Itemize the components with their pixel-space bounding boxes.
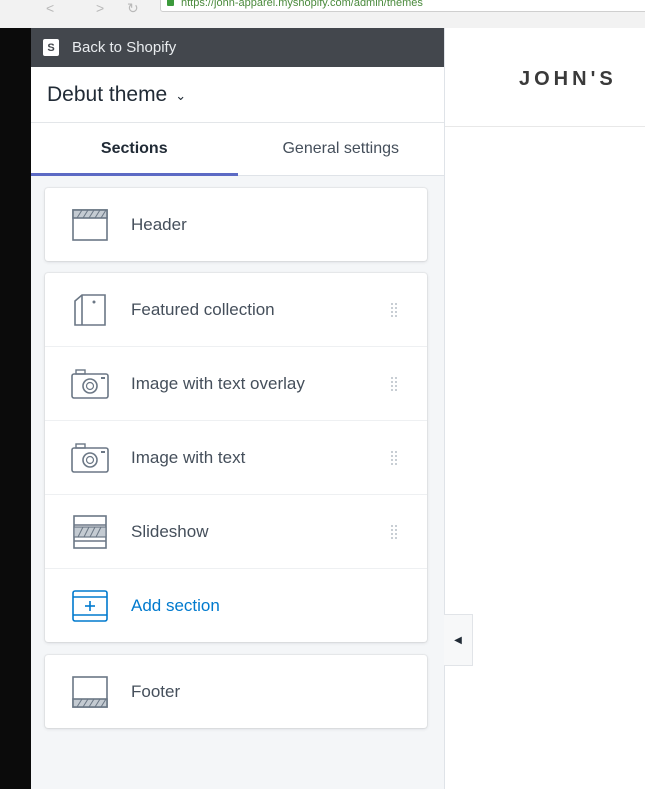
sections-list-card: Featured collection Image with text over… [45,273,427,642]
theme-selector[interactable]: Debut theme ⌄ [31,67,444,123]
collection-icon [74,293,106,326]
section-label: Footer [131,681,181,701]
drag-handle-icon[interactable] [391,451,397,465]
section-label: Featured collection [131,299,275,319]
footer-layout-icon [72,675,108,708]
drag-handle-icon[interactable] [391,377,397,391]
camera-icon [71,442,109,473]
back-to-shopify-label: Back to Shopify [72,39,177,56]
address-bar-text: https://john-apparel.myshopify.com/admin… [181,0,423,9]
section-item-header[interactable]: Header [45,188,427,261]
store-logo-text[interactable]: JOHN'S [519,68,617,91]
section-item-slideshow[interactable]: Slideshow [45,495,427,569]
section-label: Image with text [131,447,246,467]
section-label: Image with text overlay [131,373,305,393]
forward-arrow-icon[interactable]: > [96,0,104,16]
tab-general-settings[interactable]: General settings [238,123,445,175]
slideshow-icon [73,514,107,549]
header-layout-icon [72,208,108,241]
camera-icon [71,368,109,399]
lock-icon [167,0,174,6]
storefront-preview-header: JOHN'S [445,28,645,127]
collapse-sidebar-button[interactable]: ◀ [444,614,473,666]
back-arrow-icon[interactable]: < [46,0,54,16]
add-section-label: Add section [131,595,220,615]
section-label: Header [131,214,187,234]
back-to-shopify-link[interactable]: S Back to Shopify [31,28,444,67]
address-bar[interactable]: https://john-apparel.myshopify.com/admin… [160,0,645,12]
browser-toolbar: < > ↻ https://john-apparel.myshopify.com… [0,0,645,29]
shopify-bag-icon: S [43,39,59,56]
chevron-down-icon: ⌄ [175,87,187,103]
theme-editor-sidebar: S Back to Shopify Debut theme ⌄ Sections… [31,28,445,789]
section-item-featured-collection[interactable]: Featured collection [45,273,427,347]
caret-left-icon: ◀ [454,634,462,646]
header-section-card: Header [45,188,427,261]
section-item-footer[interactable]: Footer [45,655,427,728]
add-section-button[interactable]: Add section [45,569,427,642]
add-section-icon [72,589,108,622]
reload-icon[interactable]: ↻ [127,0,139,17]
tab-sections[interactable]: Sections [31,123,238,176]
editor-tabs: Sections General settings [31,123,444,176]
footer-section-card: Footer [45,655,427,728]
section-item-image-with-text[interactable]: Image with text [45,421,427,495]
section-label: Slideshow [131,521,209,541]
section-item-image-with-text-overlay[interactable]: Image with text overlay [45,347,427,421]
drag-handle-icon[interactable] [391,303,397,317]
theme-name: Debut theme [47,82,168,106]
window-edge [0,28,31,789]
drag-handle-icon[interactable] [391,525,397,539]
